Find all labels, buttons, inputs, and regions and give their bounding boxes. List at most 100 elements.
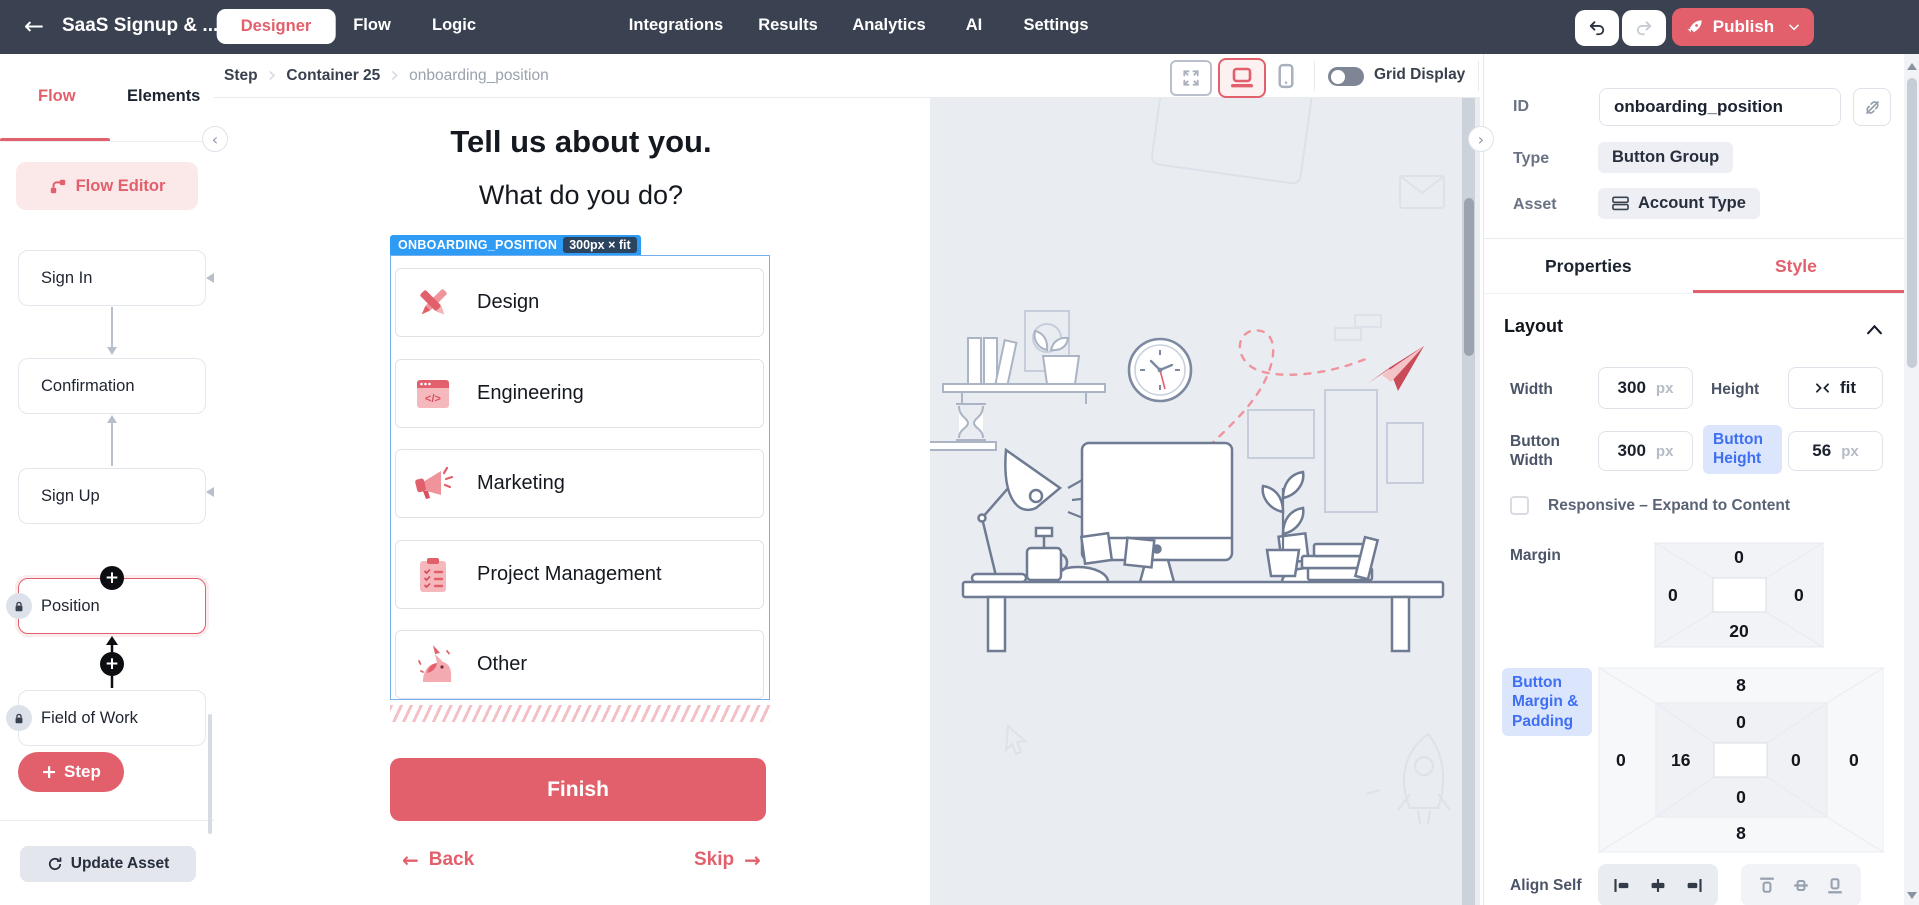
flow-editor-label: Flow Editor (76, 177, 166, 196)
bmp-outer-bottom-value[interactable]: 8 (1598, 823, 1884, 844)
update-asset-button[interactable]: Update Asset (20, 846, 196, 882)
tab-settings[interactable]: Settings (1023, 16, 1088, 35)
right-arrow-icon: → (744, 848, 761, 872)
desktop-view-button[interactable] (1218, 58, 1266, 98)
tab-integrations[interactable]: Integrations (629, 16, 723, 35)
bmp-outer-right-value[interactable]: 0 (1849, 750, 1859, 771)
fullscreen-preview-button[interactable] (1170, 60, 1212, 96)
option-other[interactable]: Other (395, 630, 764, 699)
preview-subheading[interactable]: What do you do? (390, 180, 772, 211)
button-width-input[interactable]: 300 px (1598, 431, 1693, 471)
collapse-layout-chevron-up-icon[interactable] (1866, 324, 1883, 335)
skip-link[interactable]: Skip → (694, 848, 761, 872)
mobile-view-button[interactable] (1272, 60, 1300, 92)
button-group-element[interactable]: Design </> Engineering Marketing (390, 255, 770, 700)
tab-results[interactable]: Results (758, 16, 818, 35)
id-input[interactable]: onboarding_position (1599, 88, 1841, 126)
asset-chip[interactable]: Account Type (1598, 188, 1760, 219)
canvas-scrollbar-thumb[interactable] (1464, 198, 1474, 356)
panel-scrollbar-track[interactable] (1904, 54, 1919, 905)
paper-plane-icon (1367, 346, 1424, 391)
bmp-inner-right-value[interactable]: 0 (1791, 750, 1801, 771)
margin-right-value[interactable]: 0 (1794, 585, 1804, 606)
align-top-button[interactable] (1759, 877, 1775, 894)
canvas-scrollbar-track[interactable] (1462, 98, 1475, 905)
flow-editor-button[interactable]: Flow Editor (16, 162, 198, 210)
height-input[interactable]: fit (1788, 367, 1883, 409)
id-label: ID (1513, 98, 1529, 116)
tab-flow[interactable]: Flow (353, 16, 391, 35)
collapse-sidebar-button[interactable]: ‹ (202, 126, 228, 152)
redo-button[interactable] (1622, 10, 1666, 46)
button-margin-padding-chip[interactable]: Button Margin & Padding (1502, 668, 1592, 736)
selected-element-id: ONBOARDING_POSITION (398, 238, 557, 252)
back-link[interactable]: ← Back (402, 848, 474, 872)
margin-top-value[interactable]: 0 (1654, 547, 1824, 568)
margin-bottom-value[interactable]: 20 (1654, 621, 1824, 642)
margin-control[interactable]: 0 0 0 20 (1654, 542, 1824, 648)
grid-display-toggle[interactable] (1328, 67, 1364, 86)
button-height-input[interactable]: 56 px (1788, 431, 1883, 471)
scroll-down-arrow[interactable] (1907, 892, 1917, 899)
undo-button[interactable] (1575, 10, 1619, 46)
step-node-label: Position (41, 597, 100, 616)
bmp-inner-bottom-value[interactable]: 0 (1598, 787, 1884, 808)
step-node-confirmation[interactable]: Confirmation (18, 358, 206, 414)
option-engineering[interactable]: </> Engineering (395, 359, 764, 428)
margin-left-value[interactable]: 0 (1668, 585, 1678, 606)
add-step-between-button[interactable]: + (100, 652, 124, 676)
align-bottom-button[interactable] (1827, 877, 1843, 894)
align-center-horizontal-button[interactable] (1648, 878, 1668, 893)
back-icon[interactable]: ← (24, 12, 44, 40)
align-right-button[interactable] (1683, 878, 1703, 893)
panel-scrollbar-thumb[interactable] (1907, 78, 1917, 368)
option-design[interactable]: Design (395, 268, 764, 337)
breadcrumb-element[interactable]: onboarding_position (409, 67, 549, 85)
step-node-sign-in[interactable]: Sign In (18, 250, 206, 306)
unicorn-icon (411, 643, 455, 687)
align-left-button[interactable] (1613, 878, 1633, 893)
chevron-down-icon[interactable] (1787, 20, 1801, 34)
tab-style[interactable]: Style (1775, 256, 1817, 277)
scroll-up-arrow[interactable] (1907, 63, 1917, 70)
sidebar-tab-flow[interactable]: Flow (38, 87, 76, 106)
button-height-value: 56 (1812, 441, 1831, 461)
bmp-outer-left-value[interactable]: 0 (1616, 750, 1626, 771)
tab-properties[interactable]: Properties (1545, 256, 1632, 277)
step-node-field-of-work[interactable]: Field of Work (18, 690, 206, 746)
bmp-inner-top-value[interactable]: 0 (1598, 712, 1884, 733)
button-height-chip[interactable]: Button Height (1703, 425, 1782, 474)
button-margin-padding-control[interactable]: 8 0 0 16 0 0 0 8 (1598, 667, 1884, 853)
preview-heading[interactable]: Tell us about you. (390, 124, 772, 160)
option-project-management[interactable]: Project Management (395, 540, 764, 609)
bmp-outer-top-value[interactable]: 8 (1598, 675, 1884, 696)
bmp-inner-left-value[interactable]: 16 (1671, 750, 1690, 771)
unlink-asset-button[interactable] (1853, 88, 1891, 126)
finish-button[interactable]: Finish (390, 758, 766, 821)
tab-designer[interactable]: Designer (217, 9, 336, 44)
step-node-sign-up[interactable]: Sign Up (18, 468, 206, 524)
layout-section-header[interactable]: Layout (1504, 316, 1563, 337)
height-label: Height (1711, 380, 1759, 399)
tab-analytics[interactable]: Analytics (852, 16, 925, 35)
toolbar-divider (1478, 61, 1479, 91)
add-step-above-button[interactable]: + (100, 566, 124, 590)
add-step-button[interactable]: + Step (18, 752, 124, 792)
rocket-icon (1685, 18, 1704, 37)
tab-divider (1484, 293, 1904, 294)
sidebar-scrollbar-thumb[interactable] (208, 714, 212, 834)
sidebar-tab-elements[interactable]: Elements (127, 87, 200, 106)
asset-value: Account Type (1638, 194, 1746, 213)
breadcrumb-container[interactable]: Container 25 (286, 67, 380, 85)
responsive-checkbox[interactable] (1510, 496, 1529, 515)
type-value: Button Group (1612, 148, 1719, 167)
tab-logic[interactable]: Logic (432, 16, 476, 35)
width-input[interactable]: 300 px (1598, 367, 1693, 409)
add-step-label: Step (64, 762, 101, 782)
option-marketing[interactable]: Marketing (395, 449, 764, 518)
align-center-vertical-button[interactable] (1793, 877, 1809, 894)
publish-button[interactable]: Publish (1672, 8, 1814, 46)
collapse-panel-button[interactable]: › (1468, 126, 1494, 152)
tab-ai[interactable]: AI (966, 16, 983, 35)
breadcrumb-step[interactable]: Step (224, 67, 258, 85)
